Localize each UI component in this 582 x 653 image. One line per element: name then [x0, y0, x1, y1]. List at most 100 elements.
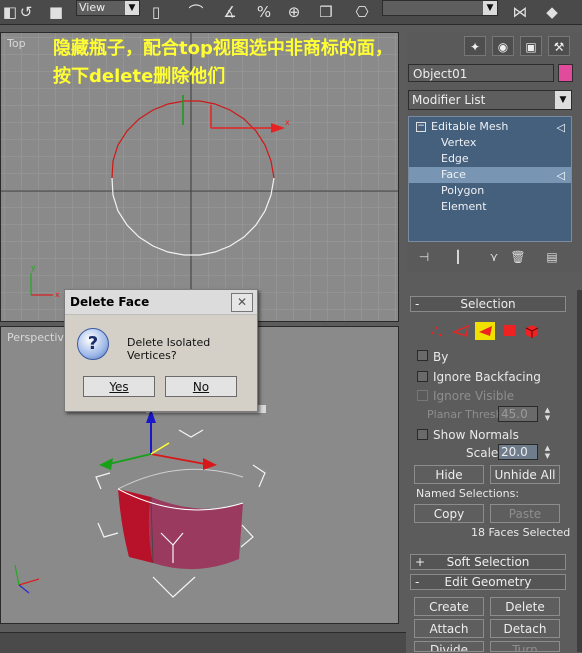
display-tab-icon[interactable]: ▣: [520, 36, 542, 56]
selection-status: 18 Faces Selected: [471, 526, 571, 539]
object-name-field[interactable]: Object01: [408, 64, 554, 82]
divide-button[interactable]: Divide: [414, 641, 484, 652]
stack-item-label: Edge: [441, 152, 469, 165]
spinner-snap-icon[interactable]: ⊕: [284, 2, 304, 22]
hierarchy-tab-icon[interactable]: ◉: [492, 36, 514, 56]
stack-item-edge[interactable]: Edge: [409, 151, 571, 167]
snap-3d-icon[interactable]: ⌒: [186, 2, 206, 22]
cylinder-red-face: [118, 489, 153, 563]
panel-scrollbar[interactable]: [577, 290, 582, 652]
select-region-icon[interactable]: ■: [46, 2, 66, 22]
stack-item-label: Polygon: [441, 184, 485, 197]
top-viewport-label[interactable]: Top: [7, 37, 26, 50]
by-label: By: [433, 350, 449, 364]
detach-button[interactable]: Detach: [490, 619, 560, 638]
stack-root-label: Editable Mesh: [431, 120, 509, 133]
ignore-backfacing-label: Ignore Backfacing: [433, 370, 541, 384]
polygon-icon: [504, 325, 515, 336]
rollout-title: Soft Selection: [446, 555, 530, 569]
dialog-title: Delete Face: [70, 295, 150, 309]
show-end-result-icon[interactable]: ┃: [448, 248, 468, 266]
tutorial-annotation-line1: 隐藏瓶子，配合top视图选中非商标的面，: [53, 38, 393, 59]
configure-sets-icon[interactable]: ▤: [542, 248, 562, 266]
spinner-arrows-icon[interactable]: ▲ ▼: [543, 406, 552, 422]
turn-button[interactable]: Turn: [490, 641, 560, 652]
mirror-icon[interactable]: ⋈: [510, 2, 530, 22]
stack-item-label: Element: [441, 200, 487, 213]
soft-selection-rollout-header[interactable]: + Soft Selection: [410, 554, 566, 570]
attach-button[interactable]: Attach: [414, 619, 484, 638]
ignore-backfacing-checkbox[interactable]: [417, 371, 428, 382]
svg-text:y: y: [31, 263, 36, 272]
rollout-title: Edit Geometry: [444, 575, 532, 589]
modifier-list-dropdown[interactable]: Modifier List ▼: [408, 90, 572, 110]
pivot-icon[interactable]: ▯: [146, 2, 166, 22]
utilities-tab-icon[interactable]: ⚒: [548, 36, 570, 56]
vertex-icon: [430, 326, 442, 337]
stack-item-editable-mesh[interactable]: − Editable Mesh ◁: [409, 119, 571, 135]
stack-item-label: Vertex: [441, 136, 477, 149]
rollout-collapse-sign: -: [415, 575, 420, 589]
remove-modifier-icon[interactable]: 🗑: [508, 248, 528, 266]
undo-icon[interactable]: ↺: [16, 2, 36, 22]
rollout-title: Selection: [460, 297, 516, 311]
edit-named-sets-icon[interactable]: ⎔: [352, 2, 372, 22]
selection-rollout-header[interactable]: - Selection: [410, 296, 566, 312]
show-normals-checkbox[interactable]: [417, 429, 428, 440]
arrow-icon: ◁: [556, 169, 565, 182]
yes-button[interactable]: Yes: [83, 376, 155, 397]
scale-label: Scale:: [466, 446, 503, 460]
close-icon[interactable]: ✕: [231, 293, 253, 312]
named-selection-dropdown[interactable]: ▼: [382, 0, 498, 16]
stack-item-vertex[interactable]: Vertex: [409, 135, 571, 151]
planar-thresh-spinner[interactable]: 45.0: [498, 406, 538, 422]
dialog-message: Delete Isolated Vertices?: [127, 336, 211, 362]
hide-button[interactable]: Hide: [414, 465, 484, 484]
unhide-all-button[interactable]: Unhide All: [490, 465, 560, 484]
spinner-arrows-icon[interactable]: ▲ ▼: [543, 444, 552, 460]
make-unique-icon[interactable]: ⋎: [484, 248, 504, 266]
percent-snap-icon[interactable]: %: [254, 2, 274, 22]
create-button[interactable]: Create: [414, 597, 484, 616]
cylinder-pink-face: [148, 497, 243, 570]
ignore-visible-label: Ignore Visible: [433, 389, 515, 403]
no-button[interactable]: No: [165, 376, 237, 397]
delete-face-dialog: Delete Face ✕ ? Delete Isolated Vertices…: [64, 289, 258, 412]
show-normals-label: Show Normals: [433, 428, 519, 442]
chevron-down-icon: ▼: [555, 91, 571, 109]
element-icon: [525, 325, 539, 338]
angle-snap-icon[interactable]: ∡: [220, 2, 240, 22]
scale-spinner[interactable]: 20.0: [498, 444, 538, 460]
face-icon: [475, 322, 495, 340]
chevron-down-icon: ▼: [125, 1, 139, 15]
named-selections-label: Named Selections:: [416, 487, 520, 500]
object-color-swatch[interactable]: [558, 64, 573, 82]
modifier-list-label: Modifier List: [412, 93, 486, 107]
ignore-visible-checkbox[interactable]: [417, 390, 428, 401]
chevron-down-icon: ▼: [483, 1, 497, 15]
by-checkbox[interactable]: [417, 350, 428, 361]
edit-geometry-rollout-header[interactable]: - Edit Geometry: [410, 574, 566, 590]
stack-item-element[interactable]: Element: [409, 199, 571, 215]
reference-coordinate-dropdown[interactable]: View ▼: [76, 0, 140, 16]
paste-button[interactable]: Paste: [490, 504, 560, 523]
stack-item-polygon[interactable]: Polygon: [409, 183, 571, 199]
dialog-titlebar[interactable]: Delete Face ✕: [65, 290, 257, 315]
rollout-expand-sign: +: [415, 555, 426, 569]
stack-item-face[interactable]: Face ◁: [409, 167, 571, 183]
perspective-viewport-label[interactable]: Perspective: [7, 331, 71, 344]
cube-icon[interactable]: ❒: [316, 2, 336, 22]
delete-button[interactable]: Delete: [490, 597, 560, 616]
rollout-collapse-sign: -: [415, 297, 420, 311]
tutorial-annotation-line2: 按下delete删除他们: [53, 66, 226, 87]
create-tab-icon[interactable]: ✦: [464, 36, 486, 56]
planar-thresh-label: Planar Thresh:: [427, 408, 507, 421]
viewport-scrollbar[interactable]: [0, 632, 406, 653]
pin-stack-icon[interactable]: ⊣: [414, 248, 434, 266]
copy-button[interactable]: Copy: [414, 504, 484, 523]
align-icon[interactable]: ◆: [542, 2, 562, 22]
svg-text:x: x: [285, 118, 290, 127]
view-dropdown-value: View: [79, 1, 106, 14]
stack-item-label: Face: [441, 168, 466, 181]
collapse-icon[interactable]: −: [416, 122, 426, 132]
